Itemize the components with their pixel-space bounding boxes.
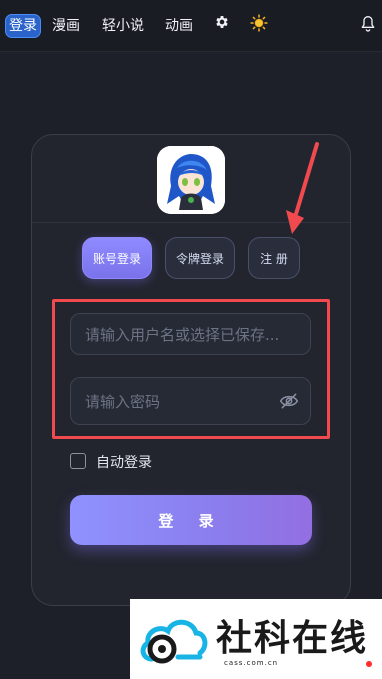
auto-login-label[interactable]: 自动登录 — [96, 452, 152, 472]
nav-item-anime[interactable]: 动画 — [165, 15, 193, 39]
login-button[interactable]: 登 录 — [70, 495, 312, 545]
nav-item-comics[interactable]: 漫画 — [52, 15, 80, 39]
avatar — [157, 146, 225, 214]
tab-token-login[interactable]: 令牌登录 — [165, 237, 235, 279]
watermark-dot — [366, 661, 372, 667]
tab-register[interactable]: 注 册 — [248, 237, 300, 279]
bell-icon[interactable] — [360, 15, 376, 33]
eye-off-icon[interactable] — [279, 392, 299, 410]
auto-login-checkbox[interactable] — [70, 453, 86, 469]
tab-account-login[interactable]: 账号登录 — [82, 237, 152, 279]
watermark-title: 社科在线 — [216, 618, 369, 659]
username-placeholder: 请输入用户名或选择已保存... — [85, 325, 280, 344]
sun-icon[interactable] — [250, 14, 268, 32]
nav-item-light-novels[interactable]: 轻小说 — [102, 15, 144, 39]
watermark: 社科在线 cass.com.cn — [130, 599, 382, 679]
password-input[interactable]: 请输入密码 — [70, 377, 311, 425]
username-input[interactable]: 请输入用户名或选择已保存... — [70, 313, 311, 355]
gear-icon[interactable] — [214, 14, 230, 30]
top-navigation-bar: 登录 漫画 轻小说 动画 — [0, 0, 382, 52]
annotation-arrow — [286, 142, 319, 234]
cloud-logo-icon — [140, 619, 208, 664]
password-placeholder: 请输入密码 — [85, 392, 161, 411]
nav-item-login[interactable]: 登录 — [5, 14, 41, 38]
watermark-url: cass.com.cn — [224, 659, 279, 667]
